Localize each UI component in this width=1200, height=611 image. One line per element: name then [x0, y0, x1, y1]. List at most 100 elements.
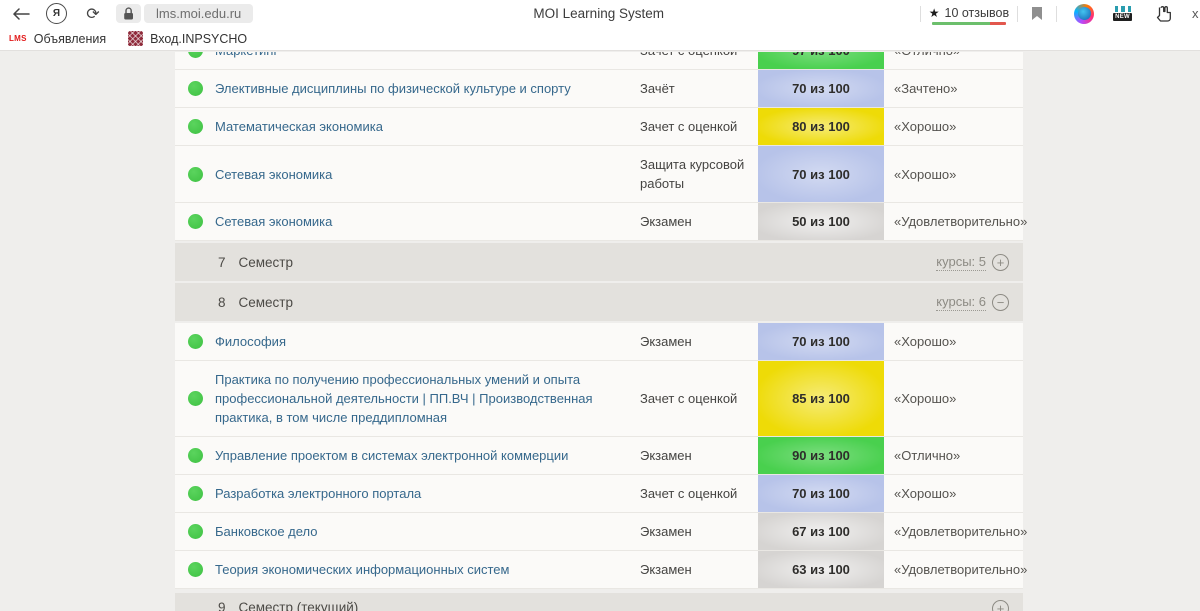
course-name-link[interactable]: Сетевая экономика [215, 146, 640, 202]
course-name-link[interactable]: Элективные дисциплины по физической куль… [215, 70, 640, 107]
exam-type: Экзамен [640, 513, 758, 550]
grade-label: «Удовлетворительно» [884, 513, 1027, 550]
exam-type: Защита курсовой работы [640, 146, 758, 202]
status-dot-icon [188, 52, 203, 58]
score-cell: 90 из 100 [758, 437, 884, 474]
course-name-link[interactable]: Практика по получению профессиональных у… [215, 361, 640, 436]
lms-favicon: LMS [9, 34, 27, 43]
table-row: Сетевая экономикаЗащита курсовой работы7… [175, 146, 1023, 203]
semester-row[interactable]: 7 Семестр курсы: 5 + [175, 243, 1023, 281]
grade-label: «Удовлетворительно» [884, 203, 1027, 240]
grade-label: «Зачтено» [884, 70, 1023, 107]
page-content: МаркетингЗачет с оценкой97 из 100«Отличн… [0, 52, 1200, 611]
exam-type: Экзамен [640, 323, 758, 360]
toggle-plus-icon[interactable]: + [992, 600, 1009, 611]
grades-table: МаркетингЗачет с оценкой97 из 100«Отличн… [175, 52, 1023, 611]
table-row: Управление проектом в системах электронн… [175, 437, 1023, 475]
bookmark-item-announcements[interactable]: LMS Объявления [9, 27, 106, 50]
status-cell [175, 146, 215, 202]
extension-circle-icon[interactable] [1074, 4, 1094, 24]
exam-type: Зачет с оценкой [640, 361, 758, 436]
course-name-link[interactable]: Маркетинг [215, 52, 640, 69]
grade-label: «Отлично» [884, 52, 1023, 69]
course-name-link[interactable]: Сетевая экономика [215, 203, 640, 240]
semester-number: 8 [218, 295, 226, 310]
page-title: MOI Learning System [533, 0, 664, 27]
semester-label: Семестр [239, 255, 294, 270]
course-name-link[interactable]: Теория экономических информационных сист… [215, 551, 640, 588]
status-cell [175, 513, 215, 550]
address-bar[interactable]: lms.moi.edu.ru [144, 4, 253, 23]
grade-label: «Отлично» [884, 437, 1023, 474]
table-row: МаркетингЗачет с оценкой97 из 100«Отличн… [175, 52, 1023, 70]
rating-bar-positive [932, 22, 990, 25]
exam-type: Экзамен [640, 437, 758, 474]
score-cell: 63 из 100 [758, 551, 884, 588]
semester-number: 7 [218, 255, 226, 270]
browser-toolbar: Я ⟳ lms.moi.edu.ru MOI Learning System ★… [0, 0, 1200, 27]
bookmark-label: Вход.INPSYCHO [150, 32, 247, 46]
bookmark-label: Объявления [34, 32, 106, 46]
score-cell: 67 из 100 [758, 513, 884, 550]
exam-type: Экзамен [640, 203, 758, 240]
grade-label: «Удовлетворительно» [884, 551, 1027, 588]
score-cell: 70 из 100 [758, 146, 884, 202]
course-name-link[interactable]: Банковское дело [215, 513, 640, 550]
table-row: ФилософияЭкзамен70 из 100«Хорошо» [175, 323, 1023, 361]
status-dot-icon [188, 81, 203, 96]
grade-label: «Хорошо» [884, 475, 1023, 512]
bookmark-flag-icon [1031, 6, 1043, 21]
new-extension-glyph [1115, 6, 1131, 12]
exam-type: Зачет с оценкой [640, 52, 758, 69]
inpsycho-favicon [128, 31, 143, 46]
semester-row[interactable]: 9Семестр (текущий)+ [175, 593, 1023, 611]
bookmarks-bar: LMS Объявления Вход.INPSYCHO [0, 27, 1200, 51]
semester-controls: курсы: 6− [936, 294, 1009, 311]
status-dot-icon [188, 119, 203, 134]
table-row: Теория экономических информационных сист… [175, 551, 1023, 589]
grade-label: «Хорошо» [884, 146, 1023, 202]
back-button[interactable] [4, 8, 38, 20]
courses-count-link[interactable]: курсы: 6 [936, 294, 986, 311]
browser-window: Я ⟳ lms.moi.edu.ru MOI Learning System ★… [0, 0, 1200, 611]
score-cell: 70 из 100 [758, 323, 884, 360]
grade-label: «Хорошо» [884, 108, 1023, 145]
course-name-link[interactable]: Управление проектом в системах электронн… [215, 437, 640, 474]
rating-bar [932, 22, 1006, 25]
courses-count-link[interactable]: курсы: 5 [936, 254, 986, 271]
table-row: Практика по получению профессиональных у… [175, 361, 1023, 437]
refresh-button[interactable]: ⟳ [78, 4, 108, 23]
score-cell: 80 из 100 [758, 108, 884, 145]
table-row: Элективные дисциплины по физической куль… [175, 70, 1023, 108]
semester-controls: курсы: 5 + [936, 254, 1009, 271]
bookmark-item-inpsycho[interactable]: Вход.INPSYCHO [128, 27, 247, 50]
status-cell [175, 52, 215, 69]
score-cell: 85 из 100 [758, 361, 884, 436]
toggle-plus-icon[interactable]: + [992, 254, 1009, 271]
toolbar-separator [1017, 6, 1018, 22]
toolbar-right: ★ 10 отзывов NEW х [912, 0, 1200, 27]
status-cell [175, 437, 215, 474]
reviews-count-label: 10 отзывов [945, 6, 1010, 20]
semester-row[interactable]: 8Семестркурсы: 6− [175, 283, 1023, 321]
course-name-link[interactable]: Философия [215, 323, 640, 360]
status-dot-icon [188, 391, 203, 406]
bookmark-flag-button[interactable] [1026, 6, 1048, 21]
status-cell [175, 323, 215, 360]
yandex-browser-icon[interactable]: Я [46, 3, 67, 24]
lock-badge[interactable] [116, 4, 141, 23]
toggle-minus-icon[interactable]: − [992, 294, 1009, 311]
status-cell [175, 361, 215, 436]
table-row: Математическая экономикаЗачет с оценкой8… [175, 108, 1023, 146]
hand-extension-icon[interactable] [1154, 4, 1174, 24]
new-extension-icon[interactable]: NEW [1113, 6, 1132, 21]
back-arrow-icon [12, 8, 30, 20]
star-icon: ★ [929, 6, 940, 20]
score-cell: 70 из 100 [758, 475, 884, 512]
course-name-link[interactable]: Разработка электронного портала [215, 475, 640, 512]
exam-type: Зачет с оценкой [640, 108, 758, 145]
status-dot-icon [188, 448, 203, 463]
status-cell [175, 70, 215, 107]
reviews-button[interactable]: ★ 10 отзывов [929, 3, 1009, 25]
course-name-link[interactable]: Математическая экономика [215, 108, 640, 145]
